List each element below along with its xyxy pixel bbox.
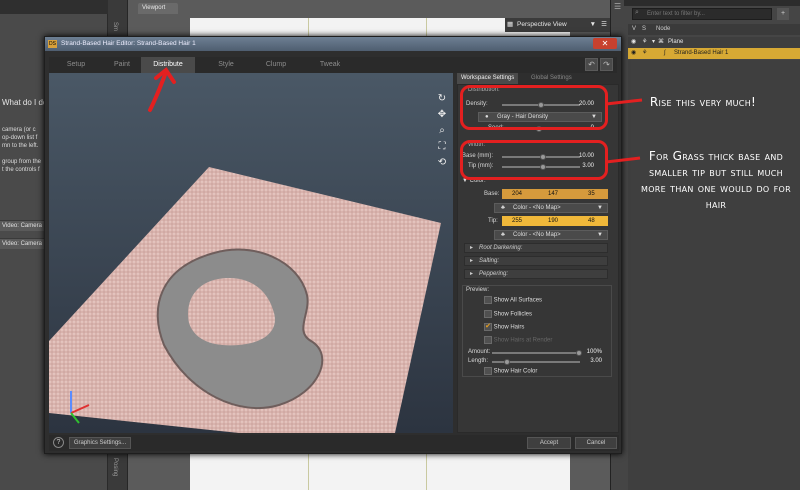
red-line-1 xyxy=(605,98,643,106)
red-line-2 xyxy=(605,156,641,164)
annotation-layer xyxy=(148,67,643,164)
width-highlight-box xyxy=(460,140,608,180)
density-highlight-box xyxy=(460,85,608,130)
annotation-note-2: For Grass thick base and smaller tip but… xyxy=(641,149,791,211)
annotation-note-1: Rise this very much! xyxy=(649,95,757,109)
